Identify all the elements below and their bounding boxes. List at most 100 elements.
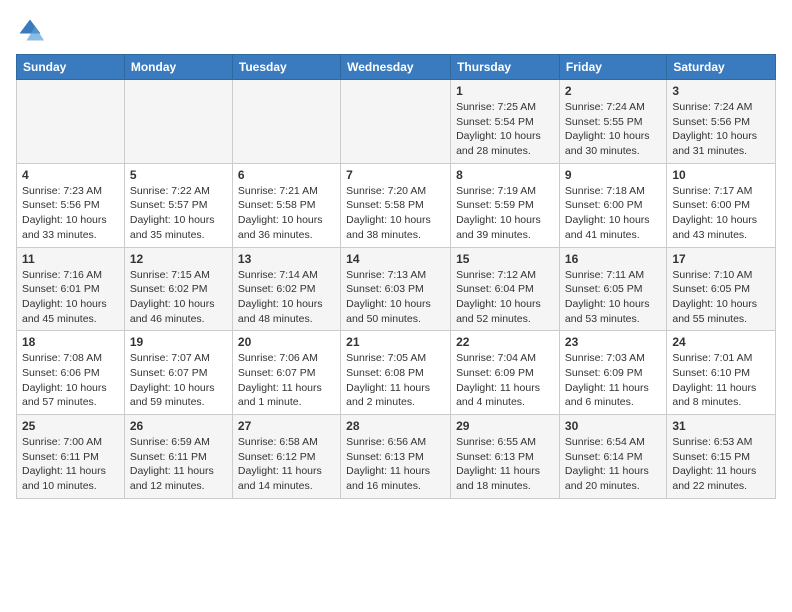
day-number: 3 [672,84,770,98]
calendar-cell: 18 Sunrise: 7:08 AM Sunset: 6:06 PM Dayli… [17,331,125,415]
calendar-cell: 7 Sunrise: 7:20 AM Sunset: 5:58 PM Daylig… [341,163,451,247]
header-saturday: Saturday [667,55,776,80]
calendar-cell: 23 Sunrise: 7:03 AM Sunset: 6:09 PM Dayli… [559,331,666,415]
header-sunday: Sunday [17,55,125,80]
calendar-cell: 19Sunrise: 7:07 AM Sunset: 6:07 PM Dayli… [124,331,232,415]
calendar-week-1: 1 Sunrise: 7:25 AM Sunset: 5:54 PM Daylig… [17,80,776,164]
calendar-cell: 16 Sunrise: 7:11 AM Sunset: 6:05 PM Dayli… [559,247,666,331]
day-number: 2 [565,84,661,98]
day-info: Sunrise: 7:08 AM Sunset: 6:06 PM Dayligh… [22,351,119,410]
calendar-cell: 24 Sunrise: 7:01 AM Sunset: 6:10 PM Dayli… [667,331,776,415]
day-info: Sunrise: 6:56 AM Sunset: 6:13 PM Dayligh… [346,435,445,494]
calendar-cell: 21 Sunrise: 7:05 AM Sunset: 6:08 PM Dayli… [341,331,451,415]
day-info: Sunrise: 6:55 AM Sunset: 6:13 PM Dayligh… [456,435,554,494]
calendar-cell: 2 Sunrise: 7:24 AM Sunset: 5:55 PM Daylig… [559,80,666,164]
calendar-cell: 20 Sunrise: 7:06 AM Sunset: 6:07 PM Dayli… [232,331,340,415]
day-info: Sunrise: 7:21 AM Sunset: 5:58 PM Dayligh… [238,184,335,243]
calendar-cell: 5 Sunrise: 7:22 AM Sunset: 5:57 PM Daylig… [124,163,232,247]
day-number: 21 [346,335,445,349]
calendar-cell: 6 Sunrise: 7:21 AM Sunset: 5:58 PM Daylig… [232,163,340,247]
day-number: 29 [456,419,554,433]
day-number: 28 [346,419,445,433]
day-info: Sunrise: 7:01 AM Sunset: 6:10 PM Dayligh… [672,351,770,410]
calendar-cell: 15Sunrise: 7:12 AM Sunset: 6:04 PM Dayli… [451,247,560,331]
calendar-cell [341,80,451,164]
day-info: Sunrise: 7:16 AM Sunset: 6:01 PM Dayligh… [22,268,119,327]
calendar-cell: 26 Sunrise: 6:59 AM Sunset: 6:11 PM Dayli… [124,415,232,499]
day-number: 20 [238,335,335,349]
day-info: Sunrise: 7:18 AM Sunset: 6:00 PM Dayligh… [565,184,661,243]
day-info: Sunrise: 7:04 AM Sunset: 6:09 PM Dayligh… [456,351,554,410]
day-number: 10 [672,168,770,182]
calendar-cell: 30 Sunrise: 6:54 AM Sunset: 6:14 PM Dayli… [559,415,666,499]
calendar-cell: 22 Sunrise: 7:04 AM Sunset: 6:09 PM Dayli… [451,331,560,415]
day-number: 14 [346,252,445,266]
day-info: Sunrise: 7:24 AM Sunset: 5:56 PM Dayligh… [672,100,770,159]
day-number: 15 [456,252,554,266]
day-info: Sunrise: 7:11 AM Sunset: 6:05 PM Dayligh… [565,268,661,327]
logo-icon [16,16,44,44]
calendar-cell: 27 Sunrise: 6:58 AM Sunset: 6:12 PM Dayli… [232,415,340,499]
calendar-cell: 11 Sunrise: 7:16 AM Sunset: 6:01 PM Dayli… [17,247,125,331]
day-number: 30 [565,419,661,433]
calendar-cell: 1 Sunrise: 7:25 AM Sunset: 5:54 PM Daylig… [451,80,560,164]
calendar-cell: 29 Sunrise: 6:55 AM Sunset: 6:13 PM Dayli… [451,415,560,499]
header-wednesday: Wednesday [341,55,451,80]
day-info: Sunrise: 7:07 AM Sunset: 6:07 PM Dayligh… [130,351,227,410]
day-number: 24 [672,335,770,349]
day-number: 27 [238,419,335,433]
calendar-cell [124,80,232,164]
day-number: 17 [672,252,770,266]
day-info: Sunrise: 7:17 AM Sunset: 6:00 PM Dayligh… [672,184,770,243]
calendar-cell: 9 Sunrise: 7:18 AM Sunset: 6:00 PM Daylig… [559,163,666,247]
calendar-cell: 3 Sunrise: 7:24 AM Sunset: 5:56 PM Daylig… [667,80,776,164]
calendar-cell: 4Sunrise: 7:23 AM Sunset: 5:56 PM Daylig… [17,163,125,247]
header-friday: Friday [559,55,666,80]
day-info: Sunrise: 6:54 AM Sunset: 6:14 PM Dayligh… [565,435,661,494]
page-header [16,16,776,44]
day-info: Sunrise: 7:00 AM Sunset: 6:11 PM Dayligh… [22,435,119,494]
day-number: 16 [565,252,661,266]
day-info: Sunrise: 7:25 AM Sunset: 5:54 PM Dayligh… [456,100,554,159]
day-number: 8 [456,168,554,182]
day-info: Sunrise: 7:15 AM Sunset: 6:02 PM Dayligh… [130,268,227,327]
day-info: Sunrise: 7:03 AM Sunset: 6:09 PM Dayligh… [565,351,661,410]
calendar-cell: 14 Sunrise: 7:13 AM Sunset: 6:03 PM Dayli… [341,247,451,331]
day-info: Sunrise: 6:58 AM Sunset: 6:12 PM Dayligh… [238,435,335,494]
day-info: Sunrise: 7:05 AM Sunset: 6:08 PM Dayligh… [346,351,445,410]
header-thursday: Thursday [451,55,560,80]
day-number: 13 [238,252,335,266]
day-info: Sunrise: 7:20 AM Sunset: 5:58 PM Dayligh… [346,184,445,243]
day-number: 12 [130,252,227,266]
calendar-cell [232,80,340,164]
day-info: Sunrise: 6:53 AM Sunset: 6:15 PM Dayligh… [672,435,770,494]
day-number: 6 [238,168,335,182]
day-number: 31 [672,419,770,433]
day-info: Sunrise: 7:13 AM Sunset: 6:03 PM Dayligh… [346,268,445,327]
calendar-week-4: 18 Sunrise: 7:08 AM Sunset: 6:06 PM Dayli… [17,331,776,415]
calendar-table: SundayMondayTuesdayWednesdayThursdayFrid… [16,54,776,499]
day-number: 22 [456,335,554,349]
calendar-header-row: SundayMondayTuesdayWednesdayThursdayFrid… [17,55,776,80]
day-info: Sunrise: 6:59 AM Sunset: 6:11 PM Dayligh… [130,435,227,494]
day-number: 5 [130,168,227,182]
day-info: Sunrise: 7:23 AM Sunset: 5:56 PM Dayligh… [22,184,119,243]
day-number: 23 [565,335,661,349]
day-number: 25 [22,419,119,433]
day-info: Sunrise: 7:10 AM Sunset: 6:05 PM Dayligh… [672,268,770,327]
calendar-cell [17,80,125,164]
day-info: Sunrise: 7:24 AM Sunset: 5:55 PM Dayligh… [565,100,661,159]
calendar-cell: 25 Sunrise: 7:00 AM Sunset: 6:11 PM Dayli… [17,415,125,499]
day-number: 26 [130,419,227,433]
day-info: Sunrise: 7:22 AM Sunset: 5:57 PM Dayligh… [130,184,227,243]
day-number: 7 [346,168,445,182]
day-number: 18 [22,335,119,349]
calendar-cell: 8Sunrise: 7:19 AM Sunset: 5:59 PM Daylig… [451,163,560,247]
calendar-week-3: 11 Sunrise: 7:16 AM Sunset: 6:01 PM Dayli… [17,247,776,331]
day-number: 1 [456,84,554,98]
day-number: 9 [565,168,661,182]
day-number: 11 [22,252,119,266]
day-info: Sunrise: 7:06 AM Sunset: 6:07 PM Dayligh… [238,351,335,410]
header-tuesday: Tuesday [232,55,340,80]
logo [16,16,48,44]
